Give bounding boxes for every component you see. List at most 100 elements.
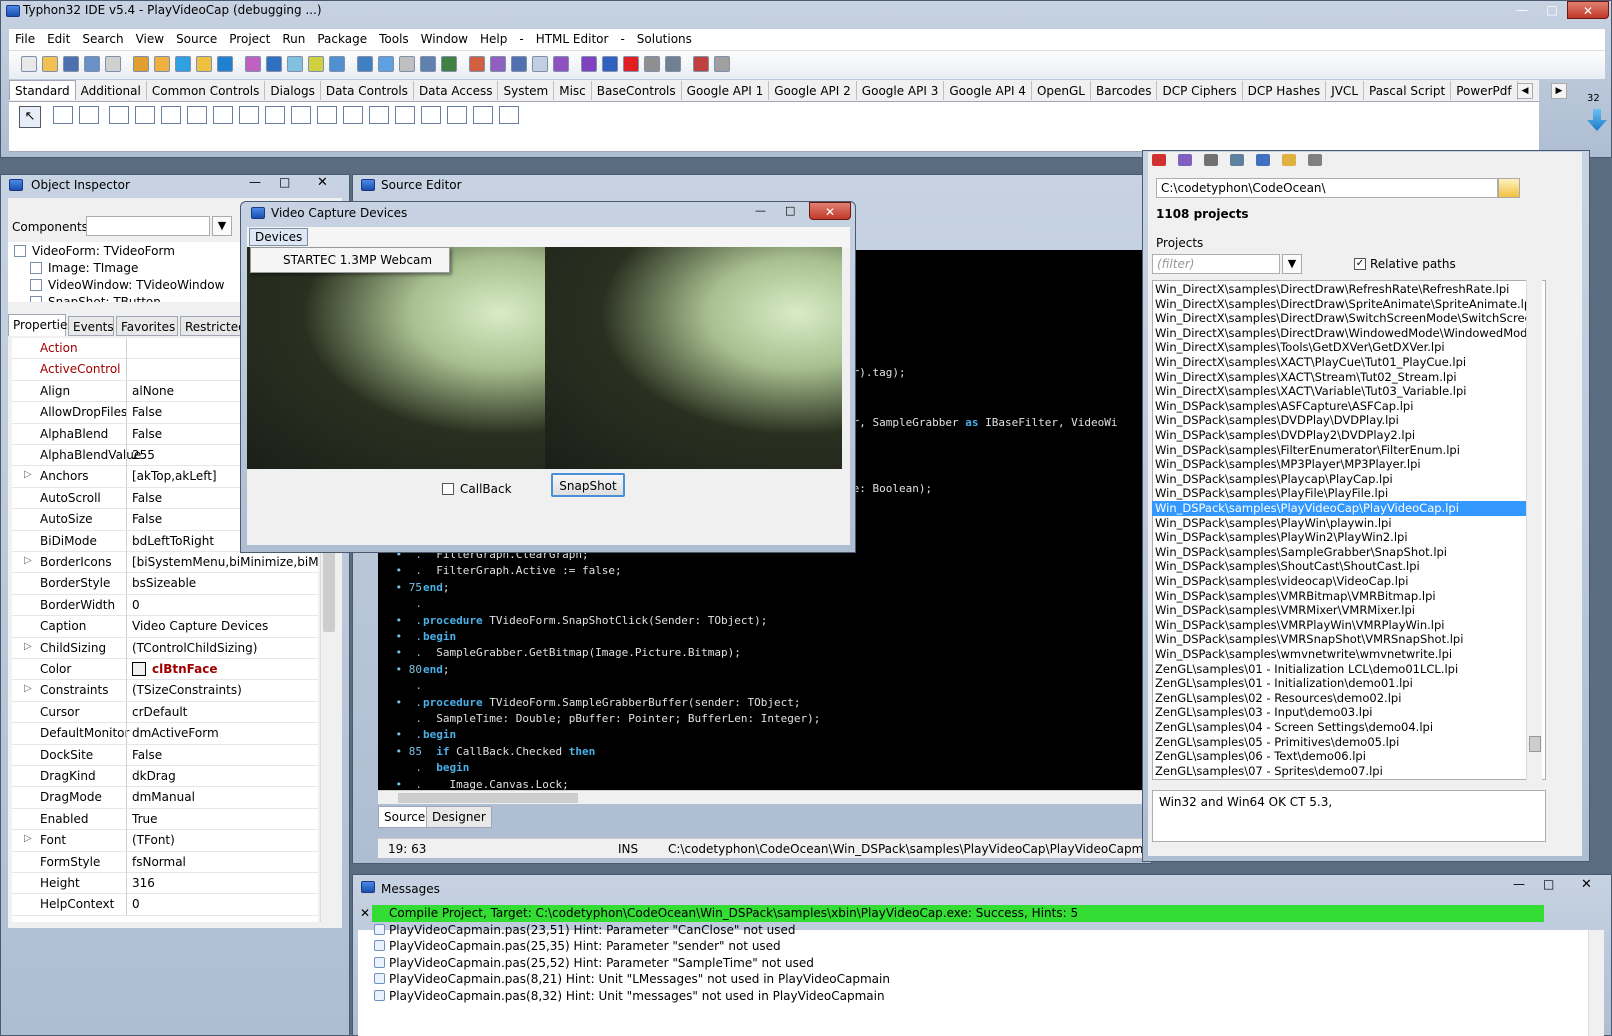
project-item[interactable]: Win_DSPack\samples\Playcap\PlayCap.lpi [1152,472,1526,487]
property-value[interactable]: False [132,512,162,526]
messages-clear-icon[interactable]: ✕ [360,906,370,920]
message-row[interactable]: PlayVideoCapmain.pas(8,21) Hint: Unit "L… [372,971,1272,988]
minimize-icon[interactable]: — [1507,1,1537,19]
panel-component-icon[interactable] [447,106,467,124]
frame-component-icon[interactable] [473,106,493,124]
maximize-icon[interactable]: □ [1537,1,1567,19]
project-item[interactable]: ZenGL\samples\06 - Text\demo06.lpi [1152,749,1526,764]
callback-checkbox[interactable] [442,483,454,495]
property-value[interactable]: dmActiveForm [132,726,219,740]
menu-package[interactable]: Package [311,29,373,49]
property-row[interactable]: FormStyle fsNormal [12,851,318,873]
reset-icon[interactable] [623,56,639,72]
project-item[interactable]: Win_DirectX\samples\DirectDraw\RefreshRa… [1152,282,1526,297]
property-row[interactable]: DragKind dkDrag [12,766,318,788]
menu-source[interactable]: Source [170,29,223,49]
tab-properties[interactable]: Properties [8,314,74,336]
message-row[interactable]: PlayVideoCapmain.pas(25,52) Hint: Parame… [372,955,1272,972]
messages-minimize-icon[interactable]: — [1513,877,1525,891]
form-icon[interactable] [378,56,394,72]
menu-file[interactable]: File [9,29,41,49]
tab-dcp-hashes[interactable]: DCP Hashes [1243,81,1327,100]
step-out-icon[interactable] [287,56,303,72]
options-icon[interactable] [308,56,324,72]
project-item[interactable]: Win_DSPack\samples\ShoutCast\ShoutCast.l… [1152,559,1526,574]
project-item[interactable]: ZenGL\samples\07 - Sprites\demo07.lpi [1152,764,1526,779]
expand-arrow-icon[interactable]: ▷ [24,641,32,652]
project-list-scroll-thumb[interactable] [1529,736,1541,752]
close-icon[interactable]: ✕ [1567,1,1609,19]
property-value[interactable]: False [132,427,162,441]
menu-search[interactable]: Search [76,29,129,49]
pointer-tool-icon[interactable]: ↖ [19,106,41,128]
property-value[interactable]: bsSizeable [132,576,196,590]
components-filter-input[interactable] [86,216,210,236]
tab-common-controls[interactable]: Common Controls [147,81,266,100]
tab-data-access[interactable]: Data Access [414,81,499,100]
list-icon[interactable] [1256,154,1270,166]
menu-run[interactable]: Run [276,29,311,49]
menu-project[interactable]: Project [223,29,276,49]
property-row[interactable]: Enabled True [12,808,318,831]
filter-clear-icon[interactable]: ▼ [212,216,232,236]
tree-icon[interactable] [1230,154,1244,166]
code-hscroll-thumb[interactable] [398,793,578,803]
project-item[interactable]: Win_DSPack\samples\PlayFile\PlayFile.lpi [1152,486,1526,501]
property-value[interactable]: fsNormal [132,855,186,869]
project-item[interactable]: ZenGL\samples\01 - Initialization\demo01… [1152,676,1526,691]
checkbox-component-icon[interactable] [239,106,259,124]
project-item[interactable]: Win_DSPack\samples\SampleGrabber\SnapSho… [1152,545,1526,560]
project-description[interactable]: Win32 and Win64 OK CT 5.3, [1152,790,1546,842]
projects-filter-clear-icon[interactable]: ▼ [1282,254,1302,274]
new-file-icon[interactable] [21,56,37,72]
undo-icon[interactable] [1178,154,1192,166]
tab-data-controls[interactable]: Data Controls [321,81,414,100]
view-icon[interactable] [357,56,373,72]
message-row[interactable]: Compile Project, Target: C:\codetyphon\C… [372,905,1544,922]
popupmenu-component-icon[interactable] [79,106,99,124]
snapshot-button[interactable]: SnapShot [551,473,625,497]
projects-path-input[interactable]: C:\codetyphon\CodeOcean\ [1156,178,1498,198]
property-value[interactable]: 316 [132,876,155,890]
property-value[interactable]: 255 [132,448,155,462]
project-item[interactable]: Win_DSPack\samples\videocap\VideoCap.lpi [1152,574,1526,589]
project-item[interactable]: Win_DSPack\samples\FilterEnumerator\Filt… [1152,443,1526,458]
project-item[interactable]: Win_DSPack\samples\PlayWin\playwin.lpi [1152,516,1526,531]
message-row[interactable]: PlayVideoCapmain.pas(8,32) Hint: Unit "m… [372,988,1272,1005]
property-row[interactable]: ▷ ChildSizing (TControlChildSizing) [12,637,318,659]
project-item[interactable]: Win_DirectX\samples\DirectDraw\SwitchScr… [1152,311,1526,326]
project-item[interactable]: Win_DirectX\samples\XACT\Stream\Tut02_St… [1152,370,1526,385]
property-value[interactable]: (TControlChildSizing) [132,641,257,655]
project-item[interactable]: Win_DSPack\samples\DVDPlay\DVDPlay.lpi [1152,413,1526,428]
watch-icon[interactable] [665,56,681,72]
mainmenu-component-icon[interactable] [53,106,73,124]
expand-arrow-icon[interactable]: ▷ [24,555,32,566]
tab-misc[interactable]: Misc [554,81,592,100]
togglebox-component-icon[interactable] [213,106,233,124]
device-item-startec[interactable]: STARTEC 1.3MP Webcam [283,253,432,267]
edit-component-icon[interactable] [161,106,181,124]
debug-icon[interactable] [553,56,569,72]
property-value[interactable]: 0 [132,897,140,911]
expand-arrow-icon[interactable]: ▷ [24,683,32,694]
search-icon[interactable] [420,56,436,72]
video-dialog-maximize-icon[interactable]: □ [785,204,795,217]
devices-menu[interactable]: Devices [249,228,309,246]
property-row[interactable]: DragMode dmManual [12,787,318,809]
component-icon[interactable] [399,56,415,72]
label-component-icon[interactable] [135,106,155,124]
project-item[interactable]: Win_DSPack\samples\VMRSnapShot\VMRSnapSh… [1152,632,1526,647]
toggle-icon[interactable] [490,56,506,72]
tab-standard[interactable]: Standard [9,80,76,100]
find-icon[interactable] [469,56,485,72]
memo-component-icon[interactable] [187,106,207,124]
radiogroup-component-icon[interactable] [395,106,415,124]
tab-source[interactable]: Source [378,806,432,828]
property-row[interactable]: DefaultMonitor dmActiveForm [12,723,318,745]
folder-icon[interactable] [1282,154,1296,166]
browse-folder-icon[interactable] [1498,178,1520,198]
tab-dcp-ciphers[interactable]: DCP Ciphers [1157,81,1243,100]
property-value[interactable]: bdLeftToRight [132,534,214,548]
project-item[interactable]: Win_DSPack\samples\VMRMixer\VMRMixer.lpi [1152,603,1526,618]
message-row[interactable]: PlayVideoCapmain.pas(23,51) Hint: Parame… [372,922,1272,939]
